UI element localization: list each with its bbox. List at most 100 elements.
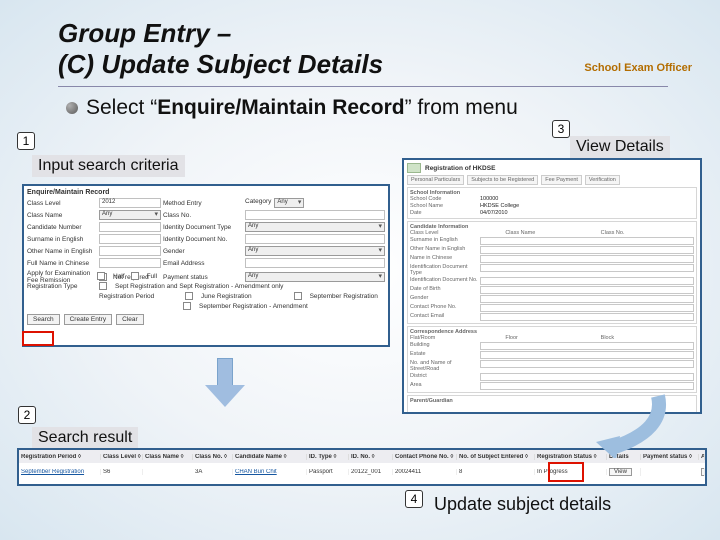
cell-status: In Progress [535, 469, 607, 475]
tab-fee[interactable]: Fee Payment [541, 175, 582, 185]
lbl-email: Email Address [163, 260, 243, 267]
chk-sep[interactable] [294, 292, 302, 300]
instr-bold: Enquire/Maintain Record [157, 96, 404, 119]
hdr-idtype[interactable]: ID. Type ◊ [307, 454, 349, 460]
lbl-method-entry: Method Entry [163, 200, 243, 207]
inp-p3-gender[interactable] [480, 295, 694, 303]
checkout-button[interactable]: Checkout [701, 468, 705, 476]
inp-area[interactable] [480, 382, 694, 390]
inp-p3-other[interactable] [480, 246, 694, 254]
lbl-id-no: Identity Document No. [163, 236, 243, 243]
hdr-pay[interactable]: Payment status ◊ [641, 454, 699, 460]
lbl-reg-type: Registration Type [27, 283, 93, 290]
lbl-p3-other: Other Name in English [410, 246, 480, 254]
cell-cand[interactable]: CHAN Bun Chit [233, 469, 307, 475]
input-full-chi[interactable] [99, 258, 161, 268]
lbl-class-no: Class No. [163, 212, 243, 219]
search-button[interactable]: Search [27, 314, 60, 325]
inp-p3-level[interactable] [460, 230, 503, 236]
input-email[interactable] [245, 258, 385, 268]
input-class-no[interactable] [245, 210, 385, 220]
cell-level: S6 [101, 469, 143, 475]
page-title-line2: (C) Update Subject Details [58, 49, 383, 80]
chk-full[interactable] [131, 272, 139, 280]
lbl-cand-no: Candidate Number [27, 224, 97, 231]
chk-june[interactable] [185, 292, 193, 300]
bullet-icon [66, 102, 78, 114]
view-button[interactable]: View [609, 468, 632, 476]
lbl-other-eng: Other Name in English [27, 248, 97, 255]
logo-icon [407, 163, 421, 173]
input-class-level[interactable]: 2012 [99, 198, 161, 208]
val-sc: 100000 [480, 196, 694, 202]
inp-est[interactable] [480, 351, 694, 359]
tab-personal[interactable]: Personal Particulars [407, 175, 464, 185]
step-2-caption: Search result [32, 427, 138, 449]
title-underline [58, 86, 668, 87]
result-header-row: Registration Period ◊ Class Level ◊ Clas… [19, 450, 705, 463]
inp-p3-cno[interactable] [651, 230, 694, 236]
select-id-type[interactable]: Any [245, 222, 385, 232]
inp-parent[interactable] [410, 405, 694, 413]
input-cand-no[interactable] [99, 222, 161, 232]
hdr-period[interactable]: Registration Period ◊ [19, 454, 101, 460]
hdr-idno[interactable]: ID. No. ◊ [349, 454, 393, 460]
lbl-p3-level: Class Level [410, 230, 458, 236]
hdr-cname[interactable]: Class Name ◊ [143, 454, 193, 460]
instr-post: ” from menu [405, 96, 518, 119]
cell-idno: 20122_001 [349, 469, 393, 475]
lbl-dist: District [410, 373, 480, 381]
lbl-floor: Floor [505, 335, 553, 341]
select-payment-status[interactable]: Any [245, 272, 385, 282]
hdr-cno[interactable]: Class No. ◊ [193, 454, 233, 460]
create-entry-button[interactable]: Create Entry [64, 314, 113, 325]
chk-half[interactable] [97, 272, 105, 280]
inp-p3-cname[interactable] [555, 230, 598, 236]
hdr-phone[interactable]: Contact Phone No. ◊ [393, 454, 457, 460]
inp-p3-idt[interactable] [480, 264, 694, 272]
inp-street[interactable] [480, 360, 694, 368]
lbl-p3-dob: Date of Birth [410, 286, 480, 294]
step-4-badge: 4 [405, 490, 423, 508]
inp-p3-chi[interactable] [480, 255, 694, 263]
inp-p3-idn[interactable] [480, 277, 694, 285]
chk-sep-amend[interactable] [183, 302, 191, 310]
inp-p3-surname[interactable] [480, 237, 694, 245]
clear-button[interactable]: Clear [116, 314, 144, 325]
lbl-p3-cname: Class Name [505, 230, 553, 236]
input-other-eng[interactable] [99, 246, 161, 256]
hdr-status[interactable]: Registration Status ◊ [535, 454, 607, 460]
step-3-caption: View Details [570, 136, 670, 158]
inp-bldg[interactable] [480, 342, 694, 350]
inp-p3-email[interactable] [480, 313, 694, 321]
inp-block[interactable] [651, 335, 694, 341]
chk-sept-only[interactable] [99, 282, 107, 290]
lbl-bldg: Building [410, 342, 480, 350]
select-class-name[interactable]: Any [99, 210, 161, 220]
lbl-p3-gender: Gender [410, 295, 480, 303]
inp-floor[interactable] [555, 335, 598, 341]
hdr-level[interactable]: Class Level ◊ [101, 454, 143, 460]
input-id-no[interactable] [245, 234, 385, 244]
inp-p3-phone[interactable] [480, 304, 694, 312]
inp-dist[interactable] [480, 373, 694, 381]
inp-flat[interactable] [460, 335, 503, 341]
hdr-cand[interactable]: Candidate Name ◊ [233, 454, 307, 460]
tab-verify[interactable]: Verification [585, 175, 620, 185]
arrow-down-icon [205, 358, 245, 408]
input-surname-eng[interactable] [99, 234, 161, 244]
inp-p3-dob[interactable] [480, 286, 694, 294]
hdr-nsub[interactable]: No. of Subject Entered ◊ [457, 454, 535, 460]
step-1-caption: Input search criteria [32, 155, 185, 177]
cell-period[interactable]: September Registration [19, 469, 101, 475]
tab-subjects[interactable]: Subjects to be Registered [467, 175, 538, 185]
view-details-panel: Registration of HKDSE Personal Particula… [402, 158, 702, 414]
lbl-date: Date [410, 210, 480, 216]
lbl-gender: Gender [163, 248, 243, 255]
lbl-class-level: Class Level [27, 200, 97, 207]
select-gender[interactable]: Any [245, 246, 385, 256]
lbl-sc: School Code [410, 196, 480, 202]
lbl-area: Area [410, 382, 480, 390]
select-category[interactable]: Any [274, 198, 304, 208]
lbl-sept-only: Sept Registration and Sept Registration … [115, 283, 283, 290]
